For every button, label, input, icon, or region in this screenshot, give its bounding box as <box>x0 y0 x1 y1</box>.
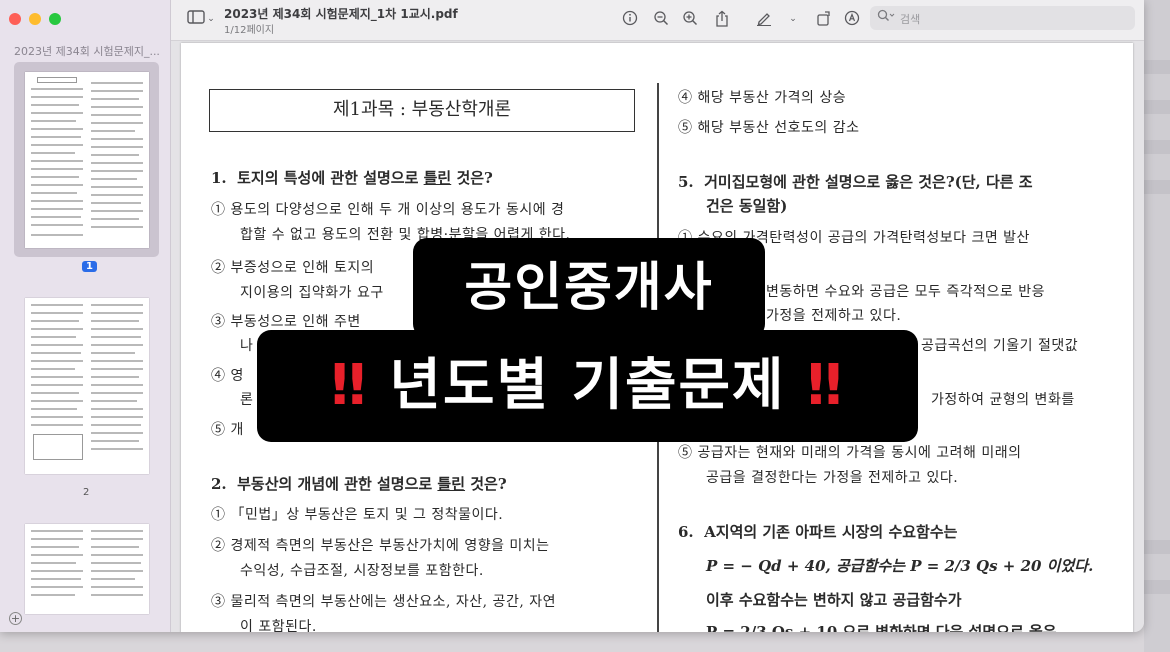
search-field[interactable]: 검색 <box>870 6 1135 30</box>
question-6-formula-2: P = 2/3 Qs + 10 으로 변화하면 다음 설명으로 옳은 <box>706 623 1057 632</box>
subject-title: 제1과목 : 부동산학개론 <box>209 89 635 132</box>
question-5-cont: 건은 동일함) <box>706 197 788 215</box>
option-text: 가정을 전제하고 있다. <box>766 308 902 324</box>
zoom-out-icon[interactable] <box>652 10 670 28</box>
annotate-icon[interactable] <box>843 10 861 28</box>
info-icon[interactable] <box>621 10 639 28</box>
option-text: 론 <box>240 392 254 408</box>
option-text: ⑤ 공급자는 현재와 미래의 가격을 동시에 고려해 미래의 <box>678 445 1022 461</box>
page-thumbnail-2[interactable] <box>25 298 149 474</box>
option-text: ① 용도의 다양성으로 인해 두 개 이상의 용도가 동시에 경 <box>211 202 565 218</box>
option-text: ③ 부동성으로 인해 주변 <box>211 314 361 330</box>
overlay-title-banner: 공인중개사 <box>413 238 765 338</box>
search-placeholder: 검색 <box>900 13 921 26</box>
question-1: 1. 토지의 특성에 관한 설명으로 틀린 것은? <box>211 169 493 187</box>
sidebar-toggle-icon[interactable] <box>186 10 206 28</box>
page-thumbnail-3[interactable] <box>25 524 149 614</box>
question-5: 5. 거미집모형에 관한 설명으로 옳은 것은?(단, 다른 조 <box>678 173 1033 191</box>
option-text: 가정하여 균형의 변화를 <box>931 392 1075 408</box>
double-exclamation-icon: ‼ <box>330 353 368 418</box>
option-text: 공급곡선의 기울기 절댓값 <box>921 338 1079 354</box>
option-text: 수익성, 수급조절, 시장정보를 포함한다. <box>240 563 484 579</box>
page-indicator: 1/12페이지 <box>224 25 275 36</box>
page-thumbnail-1[interactable] <box>25 72 149 248</box>
thumbnail-sidebar: 2023년 제34회 시험문제지_... 1 2 + <box>0 0 171 632</box>
search-icon <box>877 9 895 26</box>
question-6: 6. A지역의 기존 아파트 시장의 수요함수는 <box>678 523 958 541</box>
sidebar-title: 2023년 제34회 시험문제지_... <box>14 45 160 58</box>
option-text: 지이용의 집약화가 요구 <box>240 285 384 301</box>
toolbar: ⌄ 2023년 제34회 시험문제지_1차 1교시.pdf 1/12페이지 ⌄ <box>171 0 1144 41</box>
share-icon[interactable] <box>713 10 731 28</box>
option-text: ④ 영 <box>211 368 244 384</box>
close-window-button[interactable] <box>9 13 21 25</box>
desktop-background <box>1144 0 1170 652</box>
add-page-icon[interactable]: + <box>9 612 22 625</box>
chevron-down-icon[interactable]: ⌄ <box>787 10 799 28</box>
option-text: ① 「민법」상 부동산은 토지 및 그 정착물이다. <box>211 507 504 523</box>
document-title: 2023년 제34회 시험문제지_1차 1교시.pdf <box>224 7 458 21</box>
question-6-formula-1: P = − Qd + 40, 공급함수는 P = 2/3 Qs + 20 이었다… <box>706 557 1094 575</box>
chevron-down-icon[interactable]: ⌄ <box>206 10 216 28</box>
page-number-1: 1 <box>82 261 97 272</box>
option-text: ② 경제적 측면의 부동산은 부동산가치에 영향을 미치는 <box>211 538 550 554</box>
option-text: 공급을 결정한다는 가정을 전제하고 있다. <box>706 470 959 486</box>
double-exclamation-icon: ‼ <box>807 353 845 418</box>
question-2: 2. 부동산의 개념에 관한 설명으로 틀린 것은? <box>211 475 507 493</box>
overlay-subtitle-banner: ‼ 년도별 기출문제 ‼ <box>257 330 918 442</box>
markup-pen-icon[interactable] <box>755 10 773 28</box>
option-text: ⑤ 개 <box>211 422 244 438</box>
overlay-subtitle-text: 년도별 기출문제 <box>389 353 786 418</box>
option-text: ④ 해당 부동산 가격의 상승 <box>678 90 847 106</box>
option-text: 이 포함된다. <box>240 619 317 632</box>
rotate-icon[interactable] <box>815 10 833 28</box>
option-text: ② 부증성으로 인해 토지의 <box>211 260 375 276</box>
option-text: ③ 물리적 측면의 부동산에는 생산요소, 자산, 공간, 자연 <box>211 594 556 610</box>
zoom-window-button[interactable] <box>49 13 61 25</box>
minimize-window-button[interactable] <box>29 13 41 25</box>
option-text: ⑤ 해당 부동산 선호도의 감소 <box>678 120 860 136</box>
zoom-in-icon[interactable] <box>681 10 699 28</box>
question-6-line-3: 이후 수요함수는 변하지 않고 공급함수가 <box>706 591 962 609</box>
page-number-2: 2 <box>83 487 90 498</box>
option-text: 나 <box>240 338 254 354</box>
option-text: 변동하면 수요와 공급은 모두 즉각적으로 반응 <box>766 284 1045 300</box>
